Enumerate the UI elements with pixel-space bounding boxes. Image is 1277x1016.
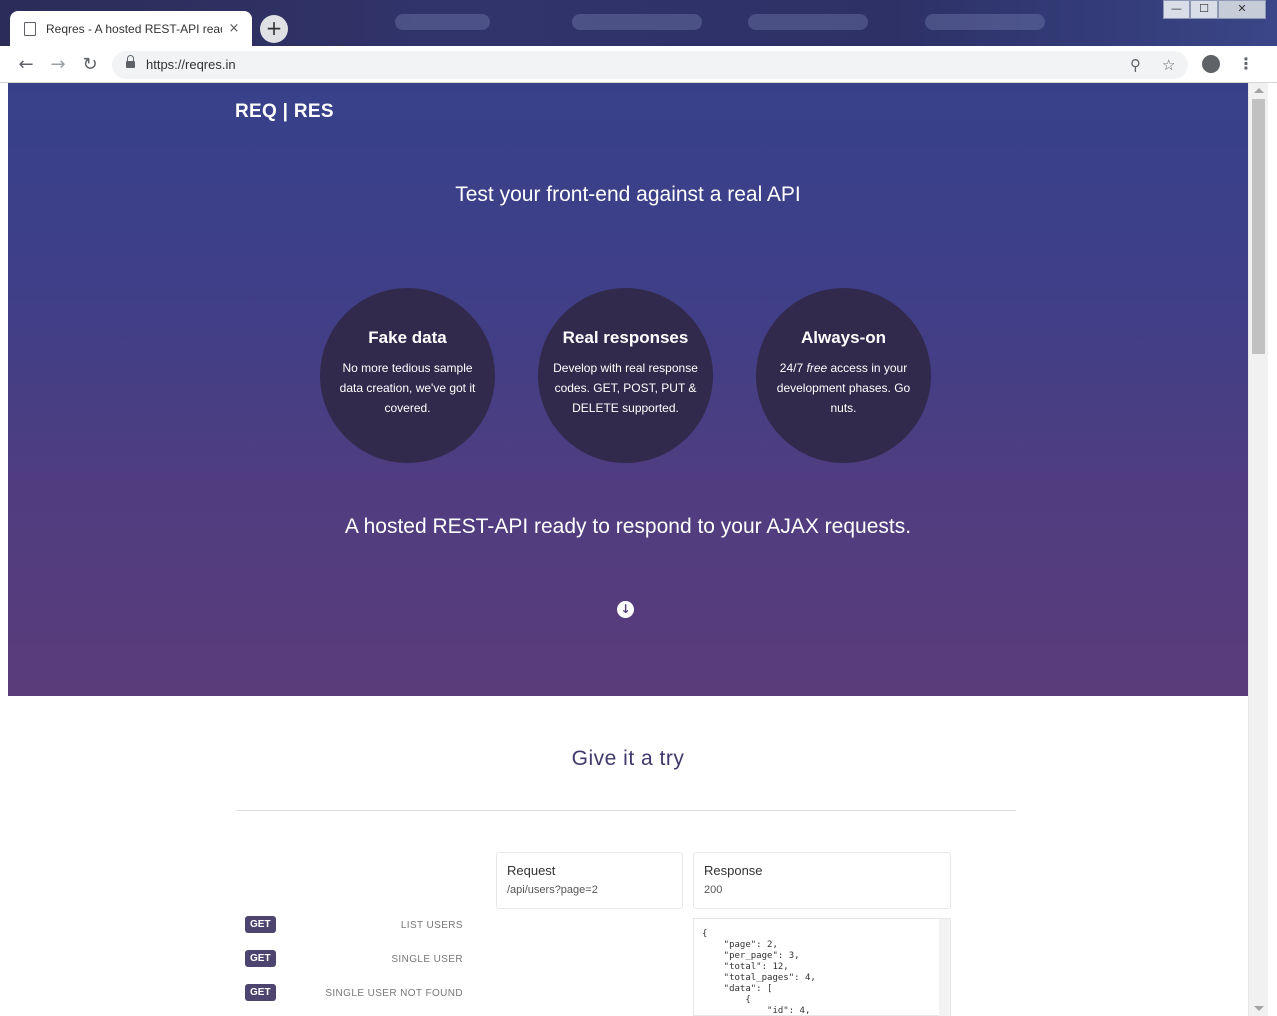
code-line: "data": [ [702, 984, 773, 994]
scroll-down-icon[interactable]: ↓ [617, 601, 634, 618]
page-icon [24, 21, 36, 36]
method-badge: GET [245, 984, 276, 1001]
feature-always-on: Always-on 24/7 free access in your devel… [756, 288, 931, 463]
request-panel: Request /api/users?page=2 [496, 852, 683, 909]
code-line: { [702, 995, 751, 1005]
browser-tab[interactable]: Reqres - A hosted REST-API ready to resp… [10, 11, 252, 46]
blurred-tab[interactable] [572, 14, 702, 30]
blurred-tab[interactable] [925, 14, 1045, 30]
feature-text: No more tedious sample data creation, we… [339, 361, 476, 415]
response-status: 200 [704, 884, 723, 896]
endpoint-single-user-not-found[interactable]: GET SINGLE USER NOT FOUND [237, 980, 463, 1010]
code-line: "total": 12, [702, 962, 789, 972]
response-body[interactable]: { "page": 2, "per_page": 3, "total": 12,… [693, 918, 951, 1016]
code-line: "per_page": 3, [702, 951, 800, 961]
profile-icon[interactable] [1202, 55, 1220, 73]
feature-text: Develop with real response codes. GET, P… [553, 361, 698, 415]
bookmark-star-icon[interactable]: ☆ [1162, 56, 1175, 74]
feature-title: Real responses [562, 328, 689, 347]
scroll-up-icon[interactable] [1254, 88, 1264, 93]
blurred-tab[interactable] [748, 14, 868, 30]
response-panel: Response 200 [693, 852, 951, 909]
new-tab-button[interactable]: + [260, 15, 288, 43]
page-viewport: REQ | RES Test your front-end against a … [8, 83, 1248, 1016]
url-text[interactable]: https://reqres.in [146, 57, 236, 72]
code-line: { [702, 929, 708, 939]
method-badge: GET [245, 916, 276, 933]
code-line: "page": 2, [702, 940, 778, 950]
feature-fake-data: Fake data No more tedious sample data cr… [320, 288, 495, 463]
scroll-thumb[interactable] [1252, 99, 1265, 354]
maximize-button[interactable]: ☐ [1190, 0, 1218, 19]
zoom-icon[interactable]: ⚲ [1130, 56, 1141, 74]
tab-title: Reqres - A hosted REST-API ready to resp… [46, 21, 222, 36]
response-title: Response [704, 863, 763, 878]
hero-subtitle: A hosted REST-API ready to respond to yo… [344, 515, 912, 538]
feature-title: Fake data [368, 328, 447, 347]
browser-toolbar: ← → ↻ https://reqres.in ⚲ ☆ ⋮ [0, 46, 1277, 83]
window-border [0, 83, 8, 1016]
divider [237, 810, 1016, 811]
endpoint-label: SINGLE USER NOT FOUND [325, 988, 463, 999]
page-scrollbar[interactable] [1248, 83, 1268, 1016]
feature-title: Always-on [800, 328, 887, 347]
endpoint-label: LIST USERS [400, 920, 463, 931]
browser-titlebar: Reqres - A hosted REST-API ready to resp… [0, 0, 1277, 46]
endpoint-list-users[interactable]: GET LIST USERS [237, 912, 463, 942]
code-line: "id": 4, [702, 1006, 811, 1016]
feature-real-responses: Real responses Develop with real respons… [538, 288, 713, 463]
window-close-button[interactable]: ✕ [1218, 0, 1266, 19]
request-title: Request [507, 863, 556, 878]
menu-icon[interactable]: ⋮ [1238, 54, 1254, 73]
back-icon[interactable]: ← [15, 54, 37, 76]
address-bar[interactable]: https://reqres.in ⚲ ☆ [112, 51, 1188, 79]
hero-tagline: Test your front-end against a real API [455, 183, 801, 206]
scroll-down-arrow-icon[interactable] [1254, 1006, 1264, 1011]
tab-close-icon[interactable]: × [226, 21, 242, 36]
request-url: /api/users?page=2 [507, 884, 598, 896]
window-border [1268, 83, 1277, 1016]
minimize-button[interactable]: — [1163, 0, 1190, 19]
hero-section: REQ | RES Test your front-end against a … [8, 83, 1248, 696]
blurred-tab[interactable] [395, 14, 490, 30]
code-scrollbar[interactable] [939, 919, 950, 1016]
lock-icon[interactable] [126, 55, 135, 69]
feature-text: 24/7 free access in your development pha… [776, 361, 911, 415]
endpoint-label: SINGLE USER [391, 954, 463, 965]
code-line: "total_pages": 4, [702, 973, 816, 983]
section-title: Give it a try [571, 747, 685, 770]
endpoint-single-user[interactable]: GET SINGLE USER [237, 946, 463, 976]
site-logo[interactable]: REQ | RES [235, 101, 334, 123]
reload-icon[interactable]: ↻ [79, 54, 101, 76]
forward-icon[interactable]: → [47, 54, 69, 76]
method-badge: GET [245, 950, 276, 967]
